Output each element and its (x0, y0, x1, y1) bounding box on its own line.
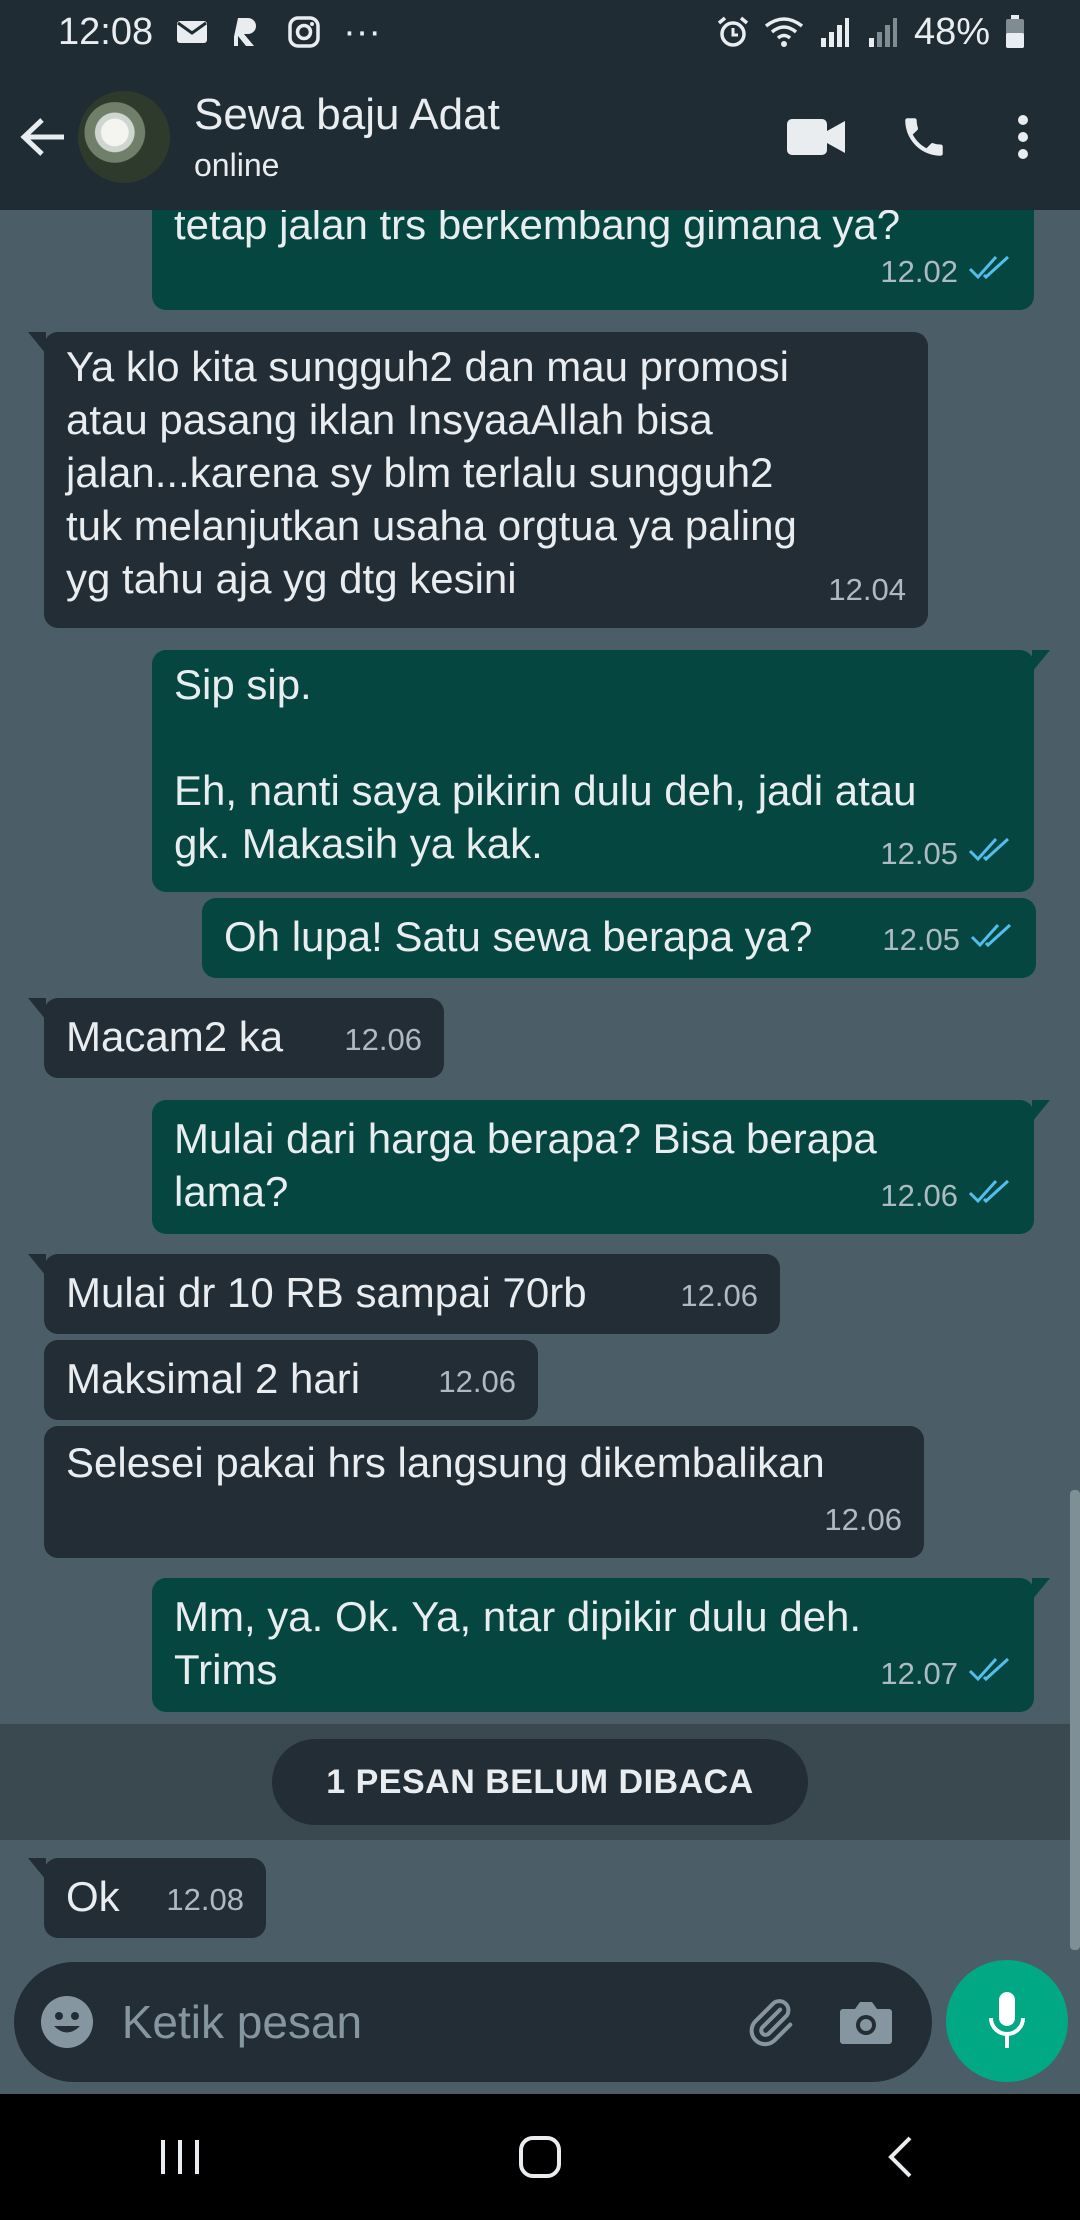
message-time: 12.05 (882, 922, 960, 957)
bubble-tail (1032, 1578, 1050, 1600)
read-receipt-icon (968, 1647, 1012, 1700)
message-meta: 12.06 (680, 1269, 758, 1322)
message-incoming[interactable]: Ya klo kita sungguh2 dan mau promosi ata… (28, 332, 928, 628)
bubble-tail (28, 998, 46, 1020)
recent-apps-button[interactable] (110, 2094, 250, 2220)
message-incoming[interactable]: Macam2 ka 12.06 (28, 998, 444, 1078)
video-camera-icon (787, 119, 845, 155)
message-meta: 12.06 (824, 1493, 902, 1546)
emoji-icon (40, 1996, 93, 2048)
status-bar: 12:08 ··· 48% (0, 0, 1080, 64)
home-button[interactable] (470, 2094, 610, 2220)
message-time: 12.08 (166, 1882, 244, 1917)
paperclip-icon (749, 1999, 793, 2047)
message-time: 12.06 (880, 1178, 958, 1213)
message-incoming[interactable]: Selesei pakai hrs langsung dikembalikan … (44, 1426, 924, 1558)
bubble-tail (1032, 650, 1050, 672)
message-text: Ya klo kita sungguh2 dan mau promosi ata… (66, 343, 797, 602)
read-receipt-icon (968, 827, 1012, 880)
message-meta: 12.02 (880, 245, 1012, 298)
unread-messages-banner: 1 PESAN BELUM DIBACA (0, 1724, 1080, 1840)
message-time: 12.06 (438, 1364, 516, 1399)
composer-box (14, 1962, 932, 2082)
home-icon (519, 2136, 561, 2178)
message-incoming[interactable]: Maksimal 2 hari 12.06 (44, 1340, 538, 1420)
message-meta: 12.06 (880, 1169, 1012, 1222)
battery-icon (1004, 15, 1026, 49)
contact-name: Sewa baju Adat (194, 90, 500, 139)
system-back-button[interactable] (830, 2094, 970, 2220)
message-time: 12.06 (824, 1502, 902, 1537)
message-incoming[interactable]: Mulai dr 10 RB sampai 70rb 12.06 (28, 1254, 780, 1334)
camera-icon (839, 2002, 892, 2044)
bubble-tail (28, 1858, 46, 1880)
camera-button[interactable] (818, 1962, 914, 2082)
emoji-button[interactable] (14, 1962, 120, 2082)
scrollbar[interactable] (1070, 1490, 1080, 1950)
message-meta: 12.05 (882, 913, 1014, 966)
back-chevron-icon (888, 2136, 912, 2178)
app-notification-icon (231, 15, 265, 49)
contact-avatar[interactable] (78, 91, 170, 183)
read-receipt-icon (968, 1169, 1012, 1222)
battery-percent: 48% (913, 10, 990, 53)
message-time: 12.04 (828, 572, 906, 607)
signal-icon (818, 15, 852, 49)
alarm-icon (716, 15, 750, 49)
message-meta: 12.07 (880, 1647, 1012, 1700)
back-button[interactable] (0, 64, 86, 210)
message-time: 12.06 (344, 1022, 422, 1057)
video-call-button[interactable] (762, 64, 870, 210)
message-list[interactable]: tetap jalan trs berkembang gimana ya? 12… (0, 210, 1080, 1960)
contact-info[interactable]: Sewa baju Adat online (194, 89, 762, 185)
message-meta: 12.06 (344, 1013, 422, 1066)
voice-record-button[interactable] (946, 1960, 1068, 2082)
message-outgoing[interactable]: Mulai dari harga berapa? Bisa berapa lam… (152, 1100, 1050, 1234)
signal-2-icon (866, 15, 900, 49)
unread-messages-label: 1 PESAN BELUM DIBACA (272, 1739, 808, 1825)
recent-apps-icon (161, 2140, 199, 2174)
overflow-menu-button[interactable] (978, 64, 1068, 210)
message-outgoing[interactable]: Mm, ya. Ok. Ya, ntar dipikir dulu deh. T… (152, 1578, 1050, 1712)
message-time: 12.05 (880, 836, 958, 871)
more-notifications-indicator: ··· (343, 10, 382, 53)
message-meta: 12.08 (166, 1873, 244, 1926)
bubble-tail (1032, 1100, 1050, 1122)
message-time: 12.06 (680, 1278, 758, 1313)
message-outgoing[interactable]: Oh lupa! Satu sewa berapa ya? 12.05 (202, 898, 1036, 978)
bubble-tail (28, 1254, 46, 1276)
composer-bar (0, 1960, 1080, 2094)
read-receipt-icon (970, 913, 1014, 966)
message-input[interactable] (119, 1994, 722, 2050)
message-outgoing[interactable]: Sip sip. Eh, nanti saya pikirin dulu deh… (152, 650, 1050, 892)
message-meta: 12.04 (828, 563, 906, 616)
message-text: Mulai dr 10 RB sampai 70rb (66, 1269, 587, 1316)
message-incoming[interactable]: Ok 12.08 (28, 1858, 266, 1938)
wifi-icon (764, 15, 804, 49)
contact-status: online (194, 147, 280, 183)
system-navigation-bar (0, 2094, 1080, 2220)
message-time: 12.02 (880, 254, 958, 289)
bubble-tail (28, 332, 46, 354)
read-receipt-icon (968, 245, 1012, 298)
message-outgoing[interactable]: tetap jalan trs berkembang gimana ya? 12… (152, 210, 1034, 310)
attach-button[interactable] (722, 1962, 818, 2082)
message-time: 12.07 (880, 1656, 958, 1691)
message-meta: 12.05 (880, 827, 1012, 880)
instagram-icon (287, 15, 321, 49)
back-arrow-icon (20, 118, 64, 156)
email-icon (175, 15, 209, 49)
voice-call-button[interactable] (870, 64, 978, 210)
message-meta: 12.06 (438, 1355, 516, 1408)
phone-icon (905, 118, 943, 156)
more-vertical-icon (1018, 115, 1028, 159)
message-text: Selesei pakai hrs langsung dikembalikan (66, 1439, 825, 1486)
chat-header: Sewa baju Adat online (0, 64, 1080, 210)
status-time: 12:08 (58, 10, 154, 53)
microphone-icon (989, 1992, 1025, 2048)
